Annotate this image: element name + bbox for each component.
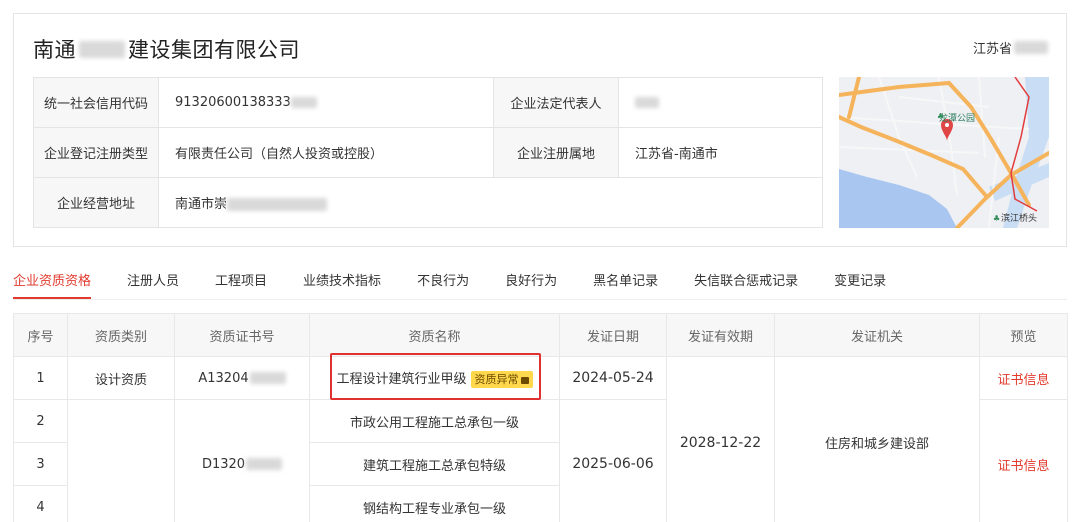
- qualification-name: 建筑工程施工总承包特级: [309, 442, 560, 486]
- warning-icon: [520, 376, 529, 384]
- redacted-text: [246, 458, 283, 470]
- col-header: 资质证书号: [174, 313, 310, 357]
- redacted-text: [79, 40, 125, 58]
- address-text: 南通市崇: [175, 197, 228, 212]
- col-header: 发证日期: [559, 313, 667, 357]
- row-number: 3: [13, 442, 68, 486]
- qualification-name: 钢结构工程专业承包一级: [309, 485, 560, 522]
- tree-icon: ♣: [993, 214, 1000, 223]
- qualification-table: 序号 资质类别 资质证书号 资质名称 发证日期 发证有效期 发证机关 预览 1 …: [13, 313, 1068, 522]
- address-label: 企业经营地址: [33, 177, 159, 228]
- map-poi-label: 滨江桥头: [1001, 212, 1037, 224]
- credit-code-text: 91320600138333: [175, 95, 291, 110]
- col-header: 发证机关: [774, 313, 980, 357]
- tab-bad-behavior[interactable]: 不良行为: [417, 268, 469, 300]
- badge-text: 资质异常: [474, 373, 519, 386]
- tab-bar: 企业资质资格 注册人员 工程项目 业绩技术指标 不良行为 良好行为 黑名单记录 …: [13, 268, 922, 300]
- row-number: 2: [13, 399, 68, 443]
- qualification-name: 市政公用工程施工总承包一级: [309, 399, 560, 443]
- qualification-category: 设计资质: [67, 356, 175, 400]
- col-header: 资质类别: [67, 313, 175, 357]
- cert-number: D1320: [174, 399, 310, 522]
- table-row: 1 设计资质 A13204 工程设计建筑行业甲级 资质异常 2024-05-24 …: [13, 356, 1068, 522]
- province-text: 江苏省: [972, 42, 1012, 57]
- tab-registered-personnel[interactable]: 注册人员: [127, 268, 179, 300]
- map-poi-label: 龙潭公园: [939, 112, 975, 124]
- reg-place-label: 企业注册属地: [493, 127, 619, 178]
- cert-number: A13204: [174, 356, 310, 400]
- company-card: 南通 建设集团有限公司 江苏省 统一社会信用代码 91320600138333 …: [13, 13, 1067, 247]
- issue-date: 2024-05-24: [559, 356, 667, 400]
- redacted-text: [227, 198, 328, 211]
- valid-until: 2028-12-22: [666, 356, 775, 522]
- company-info-table: 统一社会信用代码 91320600138333 企业法定代表人 企业登记注册类型…: [33, 77, 823, 228]
- redacted-text: [290, 97, 317, 108]
- preview-cell: 证书信息: [979, 356, 1068, 400]
- tab-performance[interactable]: 业绩技术指标: [303, 268, 381, 300]
- tree-icon: ♣: [937, 112, 944, 121]
- redacted-text: [249, 372, 286, 384]
- location-map[interactable]: 龙潭公园 ♣ 滨江桥头 ♣: [839, 77, 1049, 228]
- preview-cell: 证书信息: [979, 399, 1068, 522]
- cert-number-text: D1320: [201, 456, 246, 472]
- tab-qualification[interactable]: 企业资质资格: [13, 268, 92, 300]
- row-number: 4: [13, 485, 68, 522]
- map-graphic: 龙潭公园 ♣ 滨江桥头 ♣: [839, 77, 1049, 228]
- tab-good-behavior[interactable]: 良好行为: [505, 268, 557, 300]
- qualification-name: 工程设计建筑行业甲级 资质异常: [309, 356, 560, 400]
- company-province: 江苏省: [973, 38, 1048, 57]
- reg-type-value: 有限责任公司（自然人投资或控股）: [158, 127, 494, 178]
- qualification-category: [67, 399, 175, 522]
- tab-joint-punishment[interactable]: 失信联合惩戒记录: [694, 268, 798, 300]
- tab-projects[interactable]: 工程项目: [215, 268, 267, 300]
- company-name-prefix: 南通: [33, 38, 76, 62]
- credit-code-label: 统一社会信用代码: [33, 77, 159, 128]
- credit-code-value: 91320600138333: [158, 77, 494, 128]
- redacted-text: [635, 97, 659, 108]
- issuing-authority: 住房和城乡建设部: [774, 356, 980, 522]
- tab-change-records[interactable]: 变更记录: [834, 268, 886, 300]
- cert-number-text: A13204: [198, 370, 249, 386]
- row-number: 1: [13, 356, 68, 400]
- table-header-row: 序号 资质类别 资质证书号 资质名称 发证日期 发证有效期 发证机关 预览: [13, 313, 1068, 357]
- cert-info-link[interactable]: 证书信息: [997, 459, 1049, 474]
- tab-blacklist[interactable]: 黑名单记录: [593, 268, 658, 300]
- col-header: 发证有效期: [666, 313, 775, 357]
- col-header: 资质名称: [309, 313, 560, 357]
- cert-info-link[interactable]: 证书信息: [997, 373, 1049, 388]
- legal-rep-value: [618, 77, 823, 128]
- company-name-suffix: 建设集团有限公司: [128, 38, 300, 62]
- abnormal-badge[interactable]: 资质异常: [470, 371, 533, 388]
- address-value: 南通市崇: [158, 177, 823, 228]
- legal-rep-label: 企业法定代表人: [493, 77, 619, 128]
- qualification-name-text: 工程设计建筑行业甲级: [336, 372, 467, 387]
- reg-place-value: 江苏省-南通市: [618, 127, 823, 178]
- col-header: 序号: [13, 313, 68, 357]
- issue-date: 2025-06-06: [559, 399, 667, 522]
- company-name: 南通 建设集团有限公司: [33, 34, 300, 64]
- redacted-text: [1014, 41, 1048, 54]
- reg-type-label: 企业登记注册类型: [33, 127, 159, 178]
- col-header: 预览: [979, 313, 1068, 357]
- tabs-divider: [13, 299, 1067, 300]
